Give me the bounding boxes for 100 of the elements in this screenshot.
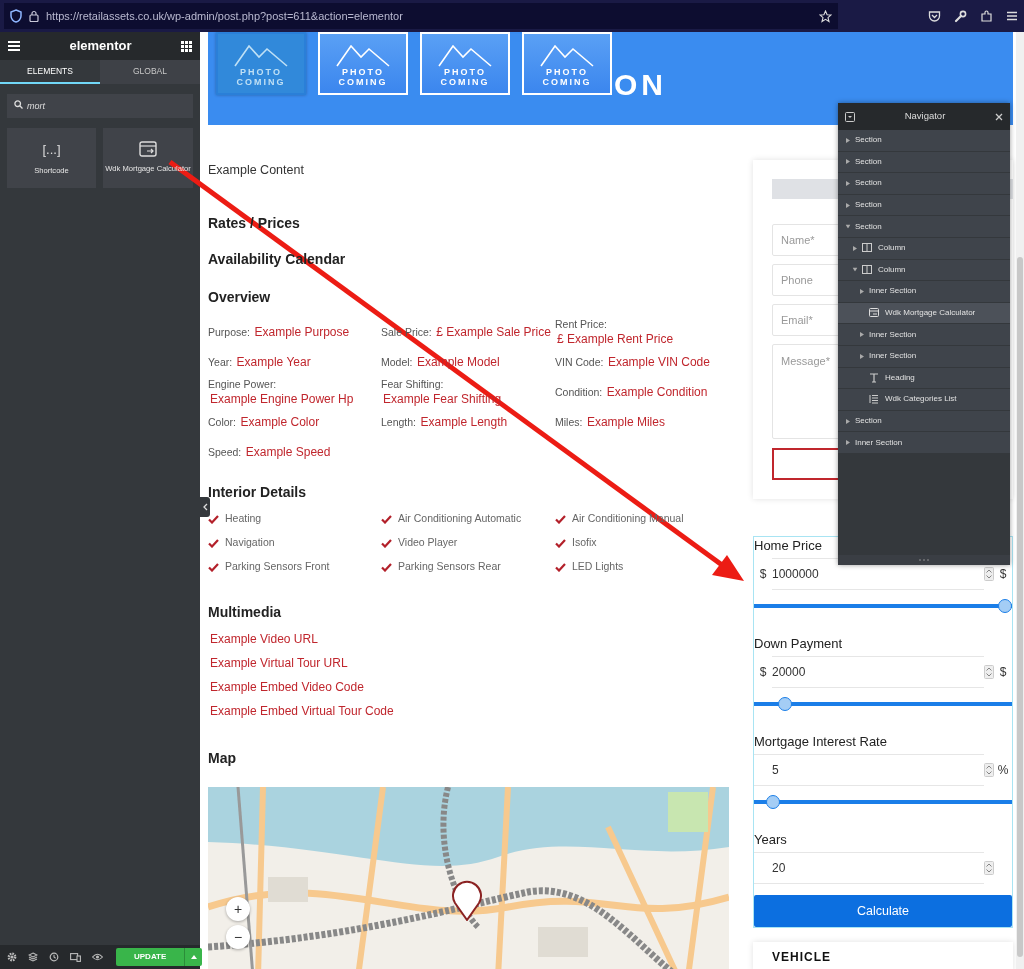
navigator-item[interactable]: Wdk Mortgage Calculator — [838, 302, 1010, 325]
navigator-label: Inner Section — [869, 285, 917, 298]
field-label: Speed: — [208, 445, 242, 458]
currency-symbol: $ — [758, 664, 768, 681]
panel-tab[interactable]: GLOBAL — [100, 60, 200, 84]
pocket-icon[interactable] — [928, 9, 941, 23]
navigator-item[interactable]: Column — [838, 259, 1010, 282]
navigator-label: Column — [878, 242, 906, 255]
search-field[interactable]: mort — [7, 94, 193, 118]
navigator-item[interactable]: Heading — [838, 367, 1010, 390]
puzzle-icon[interactable] — [980, 9, 993, 23]
collapse-icon[interactable] — [845, 111, 855, 122]
caret-icon[interactable] — [860, 353, 864, 359]
caret-icon[interactable] — [853, 245, 857, 251]
history-icon[interactable] — [49, 952, 59, 962]
update-options-button[interactable] — [184, 948, 203, 966]
field-label: Fear Shifting: — [381, 378, 444, 390]
caret-icon[interactable] — [846, 440, 850, 446]
placeholder-caption: PHOTO COMING — [541, 67, 593, 87]
unit-symbol: $ — [998, 566, 1008, 583]
spinner-icon[interactable] — [984, 665, 994, 679]
scrollbar[interactable] — [1016, 32, 1024, 969]
field-label: Rent Price: — [555, 318, 607, 330]
field-value: Example Length — [420, 414, 508, 429]
calculate-button[interactable]: Calculate — [754, 895, 1012, 927]
caret-icon — [190, 955, 197, 959]
navigator-label: Inner Section — [869, 350, 917, 363]
wrench-icon[interactable] — [954, 9, 967, 23]
caret-icon[interactable] — [846, 181, 850, 186]
unit-symbol: % — [996, 762, 1010, 779]
section-heading: Map — [208, 750, 237, 766]
zoom-out-button[interactable]: − — [226, 925, 250, 949]
navigator-item[interactable]: Section — [838, 151, 1010, 174]
spinner-icon[interactable] — [984, 567, 994, 581]
media-link[interactable]: Example Video URL — [208, 627, 318, 651]
media-link[interactable]: Example Embed Virtual Tour Code — [208, 699, 394, 723]
number-field[interactable]: 5 — [754, 754, 984, 786]
navigator-item[interactable]: Inner Section — [838, 281, 1010, 303]
heading-icon — [869, 372, 879, 383]
check-icon — [208, 514, 219, 524]
caret-icon[interactable] — [846, 418, 850, 424]
spinner-icon[interactable] — [984, 861, 994, 875]
map-view[interactable]: + − — [208, 787, 729, 969]
navigator-item[interactable]: Inner Section — [838, 432, 1010, 454]
navigator-item[interactable]: Section — [838, 130, 1010, 152]
slider-thumb[interactable] — [778, 697, 793, 711]
star-icon[interactable] — [819, 9, 832, 23]
feature-label: Video Player — [398, 535, 458, 551]
field-value: £ Example Rent Price — [556, 332, 674, 346]
check-icon — [555, 538, 566, 548]
menu-icon[interactable] — [1006, 10, 1018, 22]
slider-thumb[interactable] — [766, 795, 781, 809]
field-label: Down Payment — [754, 635, 844, 653]
section-heading: Interior Details — [208, 484, 308, 500]
check-icon — [381, 538, 392, 548]
resize-handle-icon[interactable] — [919, 559, 929, 561]
navigator-item[interactable]: Section — [838, 410, 1010, 433]
caret-icon[interactable] — [860, 332, 864, 338]
caret-icon[interactable] — [860, 288, 864, 294]
feature-label: Isofix — [572, 535, 597, 551]
navigator-item[interactable]: Column — [838, 237, 1010, 260]
responsive-icon[interactable] — [70, 952, 81, 962]
media-link[interactable]: Example Embed Video Code — [208, 675, 364, 699]
list-icon — [869, 394, 879, 405]
body-text: Example Content — [208, 163, 305, 177]
navigator-item[interactable]: Inner Section — [838, 324, 1010, 346]
zoom-in-button[interactable]: + — [226, 897, 250, 921]
spinner-icon[interactable] — [984, 763, 994, 777]
number-field[interactable]: 20000 — [772, 656, 984, 688]
column-icon — [862, 243, 872, 254]
eye-icon[interactable] — [92, 953, 103, 961]
apps-grid-icon[interactable] — [181, 40, 192, 52]
field-label: Sale Price: — [381, 325, 432, 338]
navigator-item[interactable]: Wdk Categories List — [838, 389, 1010, 411]
navigator-item[interactable]: Section — [838, 216, 1010, 238]
navigator-item[interactable]: Section — [838, 194, 1010, 217]
navigator-label: Section — [855, 415, 882, 427]
collapse-panel-handle[interactable] — [200, 497, 210, 517]
navigator-item[interactable]: Section — [838, 173, 1010, 195]
feature-label: Parking Sensors Rear — [398, 559, 501, 575]
navigator-label: Wdk Categories List — [885, 393, 957, 406]
placeholder-caption: PHOTO COMING — [235, 67, 287, 87]
settings-icon[interactable] — [7, 952, 17, 962]
caret-icon[interactable] — [852, 267, 858, 272]
caret-icon[interactable] — [845, 224, 851, 229]
currency-symbol: $ — [758, 566, 768, 583]
media-link[interactable]: Example Virtual Tour URL — [208, 651, 348, 675]
navigator-item[interactable]: Inner Section — [838, 345, 1010, 368]
search-icon — [14, 100, 23, 109]
close-icon[interactable] — [995, 112, 1003, 121]
number-field[interactable]: 20 — [754, 852, 984, 884]
layers-icon[interactable] — [28, 952, 38, 962]
slider-thumb[interactable] — [998, 599, 1012, 613]
field-label: Model: — [381, 355, 413, 368]
check-icon — [208, 562, 219, 572]
shield-icon — [10, 9, 22, 23]
caret-icon[interactable] — [846, 137, 850, 143]
caret-icon[interactable] — [846, 202, 850, 208]
caret-icon[interactable] — [846, 159, 850, 165]
check-icon — [555, 514, 566, 524]
